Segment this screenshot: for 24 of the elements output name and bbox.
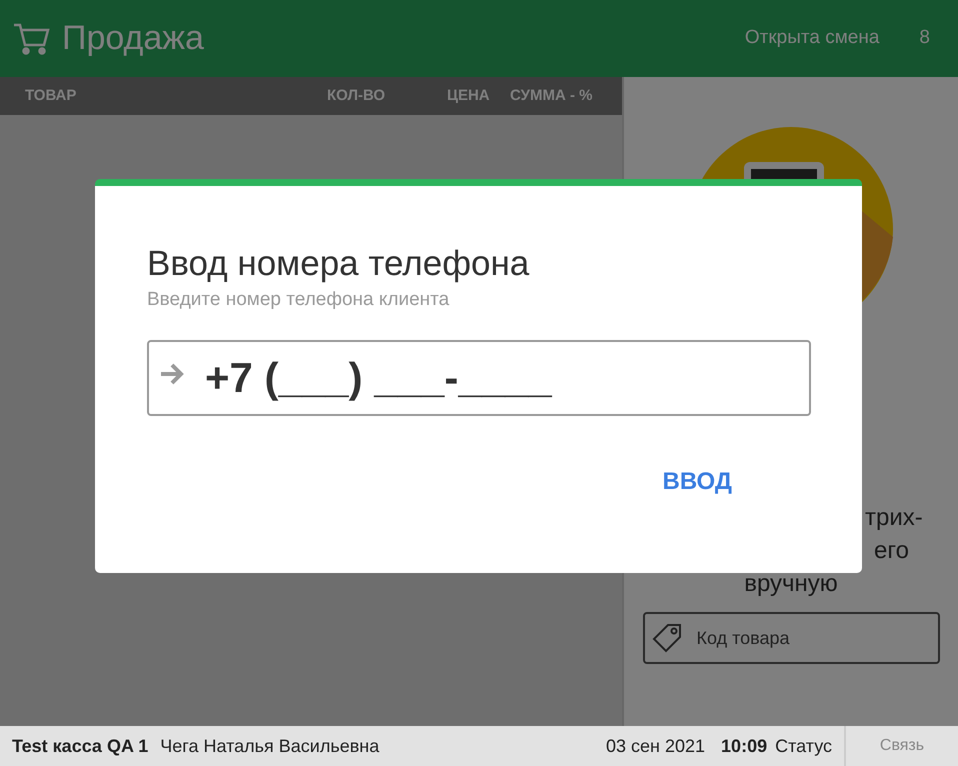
- column-header: ТОВАР: [25, 86, 78, 106]
- shift-number: 8: [919, 26, 930, 50]
- cart-icon: [12, 22, 50, 56]
- shift-status: Открыта смена: [744, 26, 880, 50]
- time-text: 10:09: [721, 734, 768, 758]
- scan-hint-text: вручную: [744, 569, 838, 599]
- scan-hint-text: его: [874, 536, 909, 566]
- column-header: СУММА - %: [510, 86, 592, 106]
- column-header: ЦЕНА: [447, 86, 491, 106]
- register-name: Test касса QA 1: [12, 734, 148, 758]
- dialog-subtitle: Введите номер телефона клиента: [147, 288, 450, 312]
- phone-field[interactable]: +7 (___) ___-____: [147, 340, 811, 416]
- date-text: 03 сен 2021: [606, 734, 706, 758]
- page-title: Продажа: [62, 18, 204, 59]
- enter-button[interactable]: ВВОД: [658, 464, 736, 500]
- tag-icon: [650, 622, 682, 654]
- column-header: КОЛ-ВО: [327, 86, 386, 106]
- dialog-title: Ввод номера телефона: [147, 243, 530, 285]
- product-code-field[interactable]: Код товара: [642, 612, 940, 664]
- scan-hint-text: трих-: [865, 503, 923, 533]
- status-text: Статус: [775, 734, 832, 758]
- cashier-name: Чега Наталья Васильевна: [160, 734, 380, 758]
- connection-button[interactable]: Связь: [844, 726, 958, 766]
- arrow-right-icon: [159, 362, 185, 386]
